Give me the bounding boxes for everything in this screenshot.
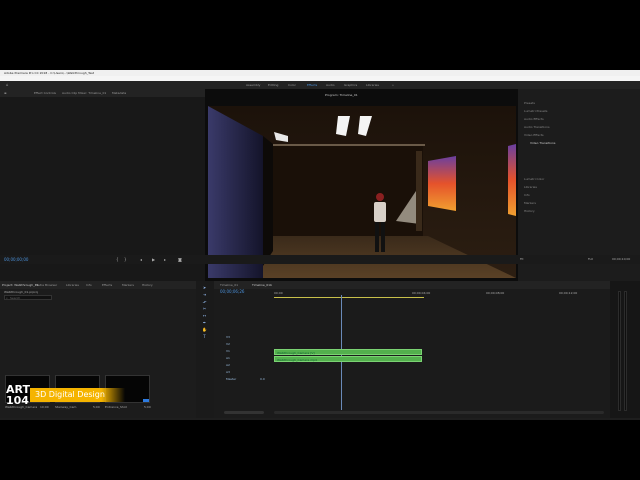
effects-item-audio-transitions[interactable]: Audio Transitions	[524, 125, 550, 129]
premiere-window: Adobe Premiere Pro CC 2018 - C:\Users\..…	[0, 70, 640, 420]
tab-history[interactable]: History	[142, 283, 153, 287]
step-forward-button[interactable]: ▸	[164, 257, 166, 262]
timeline-tabs: Timeline_01 Timeline_01b	[214, 281, 610, 289]
timeline-clip-video[interactable]: Walkthrough_Camera [V]	[274, 349, 422, 355]
tab-metadata[interactable]: Metadata	[112, 91, 126, 95]
workspace-libraries[interactable]: Libraries	[366, 83, 379, 87]
hand-tool-icon[interactable]: ✋	[200, 327, 209, 332]
course-branding-overlay: ART 104 3D Digital Design	[0, 384, 125, 409]
monitor-transport-bar: 00;00;00;00 { } ◂ ▶ ▸ ◙ Fit Full 00;00;1…	[0, 255, 640, 264]
track-header-v1[interactable]: V1	[226, 349, 272, 356]
workspace-editing[interactable]: Editing	[268, 83, 278, 87]
track-header-a1[interactable]: A1	[226, 356, 272, 363]
tab-audio-clip-mixer[interactable]: Audio Clip Mixer: Timeline_01	[62, 91, 106, 95]
rendered-scene-image	[208, 106, 516, 278]
tab-info[interactable]: Info	[86, 283, 92, 287]
step-back-button[interactable]: ◂	[140, 257, 142, 262]
camera-icon[interactable]: ◙	[178, 257, 182, 262]
timeline-zoom-scrollbar[interactable]	[224, 411, 264, 414]
effects-item-video-transitions[interactable]: Video Transitions	[530, 141, 555, 145]
program-fit-select[interactable]: Fit	[520, 257, 524, 261]
selection-tool-icon[interactable]: ➤	[200, 285, 209, 290]
razor-tool-icon[interactable]: ✂	[200, 306, 209, 311]
ruler-tick-label: 00;00;04;00	[412, 291, 431, 295]
timeline-panel: Timeline_01 Timeline_01b 00;00;06;26 00;…	[214, 281, 610, 418]
project-search-input[interactable]: Search ⌕	[4, 295, 52, 300]
pen-tool-icon[interactable]: ✒	[200, 320, 209, 325]
panel-libraries[interactable]: Libraries	[524, 185, 537, 189]
program-monitor-panel: Program: Timeline_01	[205, 89, 518, 281]
project-folder-label: Walkthrough_01.prproj	[4, 290, 39, 294]
track-header-v2[interactable]: V2	[226, 342, 272, 349]
ripple-edit-tool-icon[interactable]: ⟛	[200, 299, 209, 304]
window-title: Adobe Premiere Pro CC 2018 - C:\Users\..…	[4, 71, 95, 75]
track-header-master[interactable]: Master 0.0	[226, 377, 272, 384]
audio-meter-right	[624, 291, 627, 411]
ruler-tick-label: 00;00;08;00	[486, 291, 505, 295]
workspace-bar: ⌂ Assembly Editing Color Effects Audio G…	[0, 81, 640, 89]
search-icon: ⌕	[6, 296, 8, 300]
effects-panel: Presets Lumetri Presets Audio Effects Au…	[518, 89, 640, 281]
effects-item-lumetri-presets[interactable]: Lumetri Presets	[524, 109, 547, 113]
mark-out-button[interactable]: }	[124, 257, 127, 262]
workspace-effects[interactable]: Effects	[307, 83, 317, 87]
program-title[interactable]: Program: Timeline_01	[325, 93, 358, 97]
panel-history[interactable]: History	[524, 209, 535, 213]
workspace-audio[interactable]: Audio	[326, 83, 335, 87]
effects-item-audio-effects[interactable]: Audio Effects	[524, 117, 544, 121]
workspace-color[interactable]: Color	[288, 83, 296, 87]
tab-libraries[interactable]: Libraries	[66, 283, 79, 287]
ruler-tick-label: 00;00	[274, 291, 283, 295]
audio-meters-panel	[610, 281, 640, 418]
audio-meter-left	[618, 291, 621, 411]
track-header-v3[interactable]: V3	[226, 335, 272, 342]
program-timecode[interactable]: 00;00;00;00	[4, 257, 28, 262]
tab-markers[interactable]: Markers	[122, 283, 134, 287]
tab-effects[interactable]: Effects	[102, 283, 112, 287]
timeline-ruler[interactable]: 00;00 00;00;04;00 00;00;08;00 00;00;12;0…	[274, 291, 610, 296]
workspace-assembly[interactable]: Assembly	[246, 83, 260, 87]
ruler-tick-label: 00;00;12;00	[559, 291, 578, 295]
tab-project[interactable]: Project: Walkthrough_01	[2, 283, 39, 287]
workspace-graphics[interactable]: Graphics	[344, 83, 357, 87]
track-header-a2[interactable]: A2	[226, 363, 272, 370]
project-item-duration: 5;00	[144, 405, 151, 409]
track-header-a3[interactable]: A3	[226, 370, 272, 377]
mark-in-button[interactable]: {	[116, 257, 119, 262]
timeline-clip-audio[interactable]: Walkthrough_Camera.mp4	[274, 356, 422, 362]
source-monitor-panel: ≡ Effect Controls Audio Clip Mixer: Time…	[0, 89, 205, 281]
effects-item-presets[interactable]: Presets	[524, 101, 535, 105]
project-panel-tabs: Project: Walkthrough_01 Media Browser Li…	[0, 281, 196, 289]
play-button[interactable]: ▶	[152, 257, 155, 262]
tab-timeline-01b[interactable]: Timeline_01b	[252, 283, 272, 287]
type-tool-icon[interactable]: T	[200, 334, 209, 339]
tab-source-menu-icon[interactable]: ≡	[4, 91, 7, 95]
tools-panel: ➤ ⇥ ⟛ ✂ ↔ ✒ ✋ T	[196, 281, 214, 418]
course-name: 3D Digital Design	[35, 390, 105, 399]
panel-markers[interactable]: Markers	[524, 201, 536, 205]
home-icon[interactable]: ⌂	[6, 82, 9, 87]
source-panel-tabs: ≡ Effect Controls Audio Clip Mixer: Time…	[0, 89, 205, 97]
tab-timeline-01[interactable]: Timeline_01	[220, 283, 238, 287]
course-code: ART 104	[6, 383, 30, 407]
tab-effect-controls[interactable]: Effect Controls	[34, 91, 56, 95]
work-area-bar[interactable]	[274, 297, 424, 298]
program-duration: 00;00;10;00	[612, 257, 631, 261]
timeline-horizontal-scrollbar[interactable]	[274, 411, 604, 414]
program-quality-select[interactable]: Full	[588, 257, 593, 261]
tab-media-browser[interactable]: Media Browser	[35, 283, 57, 287]
effects-item-video-effects[interactable]: Video Effects	[524, 133, 544, 137]
slip-tool-icon[interactable]: ↔	[200, 313, 209, 318]
track-select-tool-icon[interactable]: ⇥	[200, 292, 209, 297]
timeline-timecode[interactable]: 00;00;06;26	[220, 289, 244, 294]
program-video-frame	[208, 106, 516, 278]
panel-info[interactable]: Info	[524, 193, 530, 197]
panel-lumetri-color[interactable]: Lumetri Color	[524, 177, 544, 181]
workspace-more-icon[interactable]: »	[392, 83, 394, 87]
